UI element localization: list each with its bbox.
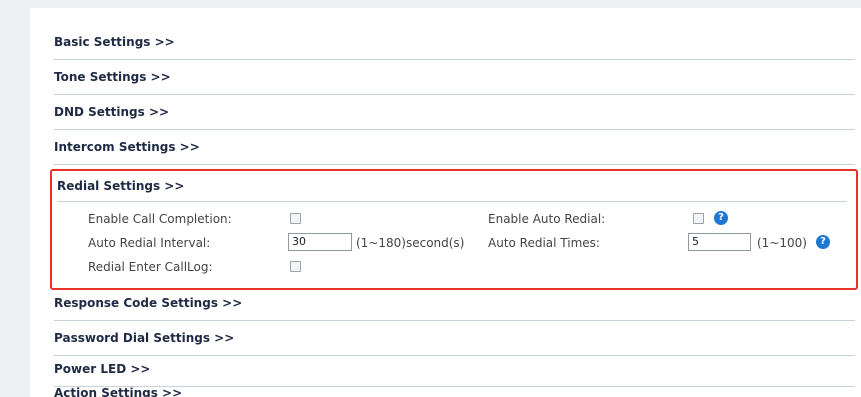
section-header-label[interactable]: Basic Settings >> xyxy=(54,25,855,60)
enable-call-completion-checkbox[interactable] xyxy=(290,213,301,224)
section-header-label[interactable]: Response Code Settings >> xyxy=(54,286,855,321)
enable-call-completion-label: Enable Call Completion: xyxy=(88,212,232,226)
section-header-label[interactable]: Power LED >> xyxy=(54,352,855,387)
enable-auto-redial-label: Enable Auto Redial: xyxy=(488,212,606,226)
auto-redial-interval-input[interactable]: 30 xyxy=(288,233,352,251)
section-cut-off-label[interactable]: Action Settings >> xyxy=(54,386,182,397)
auto-redial-times-input[interactable]: 5 xyxy=(688,233,751,251)
section-header-label[interactable]: Tone Settings >> xyxy=(54,60,855,95)
redial-enter-calllog-label: Redial Enter CallLog: xyxy=(88,260,213,274)
auto-redial-times-label: Auto Redial Times: xyxy=(488,236,600,250)
auto-redial-interval-label: Auto Redial Interval: xyxy=(88,236,211,250)
help-icon[interactable]: ? xyxy=(714,211,728,225)
section-basic-settings[interactable]: Basic Settings >> xyxy=(54,25,855,60)
section-tone-settings[interactable]: Tone Settings >> xyxy=(54,60,855,95)
enable-auto-redial-checkbox[interactable] xyxy=(693,213,704,224)
help-icon[interactable]: ? xyxy=(816,235,830,249)
auto-redial-interval-hint: (1~180)second(s) xyxy=(356,236,465,250)
section-redial-settings[interactable]: Redial Settings >> xyxy=(57,171,847,202)
settings-panel: Basic Settings >> Tone Settings >> DND S… xyxy=(30,8,861,397)
redial-enter-calllog-checkbox[interactable] xyxy=(290,261,301,272)
section-header-label[interactable]: Intercom Settings >> xyxy=(54,130,855,165)
section-header-label[interactable]: DND Settings >> xyxy=(54,95,855,130)
section-power-led[interactable]: Power LED >> xyxy=(54,352,855,387)
redial-settings-highlight: Redial Settings >> Enable Call Completio… xyxy=(50,169,858,290)
auto-redial-times-hint: (1~100) xyxy=(757,236,807,250)
section-password-dial-settings[interactable]: Password Dial Settings >> xyxy=(54,321,855,356)
section-dnd-settings[interactable]: DND Settings >> xyxy=(54,95,855,130)
section-header-label[interactable]: Password Dial Settings >> xyxy=(54,321,855,356)
section-intercom-settings[interactable]: Intercom Settings >> xyxy=(54,130,855,165)
section-response-code-settings[interactable]: Response Code Settings >> xyxy=(54,286,855,321)
